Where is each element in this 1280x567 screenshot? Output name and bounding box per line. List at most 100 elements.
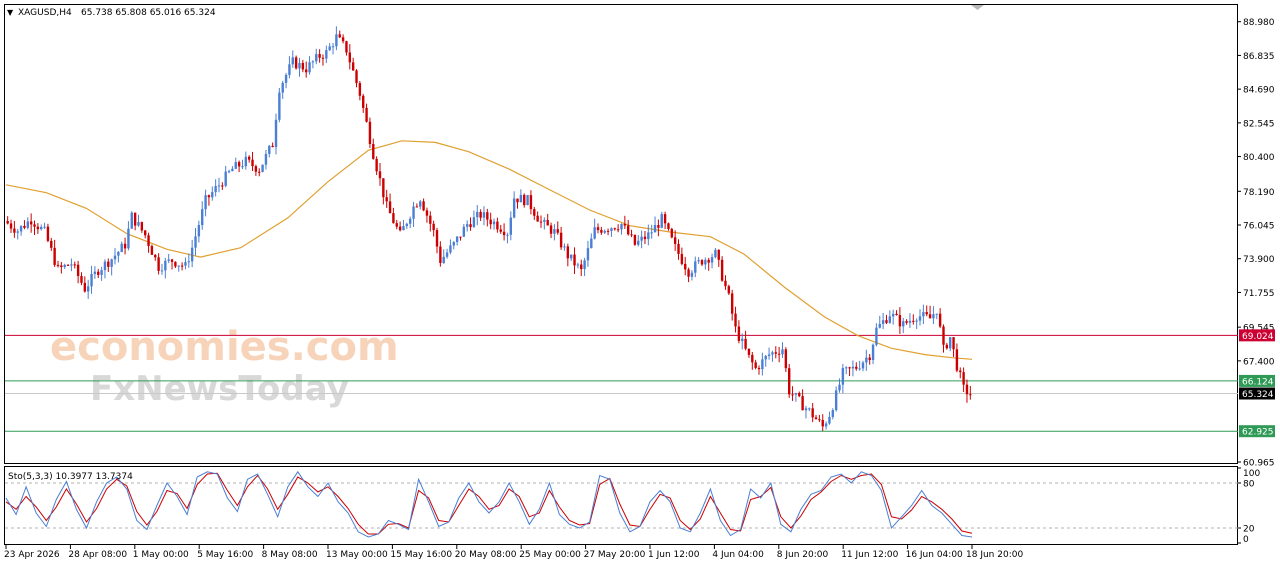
candle (902, 317, 905, 334)
candle (660, 211, 663, 229)
candle (777, 346, 781, 363)
candle (415, 203, 419, 208)
candle (123, 237, 127, 255)
candle-body (492, 221, 496, 225)
candle-body (362, 95, 365, 108)
x-tick-label: 8 May 08:00 (262, 550, 318, 560)
candle (637, 235, 640, 247)
candle (962, 367, 965, 392)
candle-body (935, 313, 938, 315)
candle (442, 249, 445, 264)
candle (63, 263, 66, 269)
candle-body (952, 337, 955, 350)
candle (861, 360, 865, 372)
candle-body (117, 251, 120, 256)
candle (211, 186, 214, 201)
y-tick-label: 76.045 (1243, 222, 1275, 232)
candle-body (566, 246, 570, 259)
candle-body (120, 243, 123, 252)
x-tick-label: 15 May 16:00 (390, 550, 452, 560)
candle-body (808, 408, 811, 410)
candle-body (234, 162, 237, 169)
candle-body (834, 390, 838, 411)
candle-body (157, 257, 160, 271)
candle (496, 217, 499, 233)
candle-body (784, 349, 788, 369)
y-tick-label: 71.755 (1243, 289, 1275, 299)
candle (502, 223, 506, 241)
candle (737, 320, 741, 344)
candle-body (110, 259, 113, 267)
candle (449, 239, 452, 255)
candle (462, 224, 466, 237)
candle (167, 253, 170, 264)
candle (392, 207, 395, 224)
candle-body (660, 214, 663, 228)
candle-body (204, 195, 207, 210)
watermark-fxnewstoday: FxNewsToday (90, 369, 349, 409)
current-price-tag: 65.324 (1239, 387, 1275, 400)
candle-body (355, 70, 358, 84)
candle (871, 343, 875, 365)
candle-body (315, 54, 318, 62)
candle-body (372, 143, 375, 159)
candle-body (439, 246, 442, 263)
candle-body (633, 234, 637, 245)
candle-body (757, 367, 761, 370)
candle-body (613, 228, 616, 230)
candle-body (801, 396, 804, 411)
candle (794, 392, 798, 402)
candle-body (838, 384, 841, 391)
candle-body (845, 367, 848, 369)
candle-body (345, 41, 348, 53)
candle (368, 117, 372, 148)
candle-body (469, 224, 472, 228)
candle-body (308, 62, 311, 73)
candle (338, 30, 341, 39)
candle (452, 241, 455, 250)
scroll-marker-icon[interactable] (971, 5, 984, 10)
candle-body (868, 357, 871, 360)
candle-body (455, 236, 459, 243)
candle (922, 304, 925, 325)
candle-body (724, 280, 727, 287)
x-tick-label: 20 May 08:00 (455, 550, 517, 560)
candle-body (425, 210, 429, 216)
candle-body (650, 232, 653, 234)
candle-body (569, 254, 573, 259)
candle-body (888, 316, 892, 323)
candle-body (76, 264, 80, 277)
candle-body (358, 83, 362, 96)
candle (311, 60, 315, 69)
price-tag-label: 65.324 (1242, 390, 1274, 400)
candle (613, 227, 616, 231)
stoch-y-tick-label: 20 (1243, 525, 1255, 535)
candle-body (103, 261, 107, 271)
candle-body (523, 194, 526, 206)
candle (19, 225, 23, 236)
candle (640, 230, 643, 249)
candle-body (298, 62, 301, 69)
candle (422, 198, 425, 212)
candle (653, 216, 657, 233)
candle-body (261, 164, 264, 172)
candle (398, 221, 402, 232)
candle-body (623, 224, 627, 226)
candle-body (375, 158, 378, 172)
triangle-down-icon[interactable]: ▼ (7, 8, 14, 17)
candle-body (586, 248, 590, 261)
candle-body (160, 270, 164, 272)
candle (566, 243, 570, 267)
candle-body (741, 338, 744, 341)
candle-body (697, 260, 700, 262)
candle (325, 45, 328, 64)
candle-body (942, 326, 945, 345)
candle-body (482, 212, 486, 218)
candle (348, 44, 352, 70)
candle (9, 219, 13, 233)
candle-body (351, 62, 355, 71)
candle-body (519, 194, 523, 203)
candle-body (9, 223, 13, 229)
candle-body (190, 247, 194, 262)
candle (174, 261, 177, 269)
